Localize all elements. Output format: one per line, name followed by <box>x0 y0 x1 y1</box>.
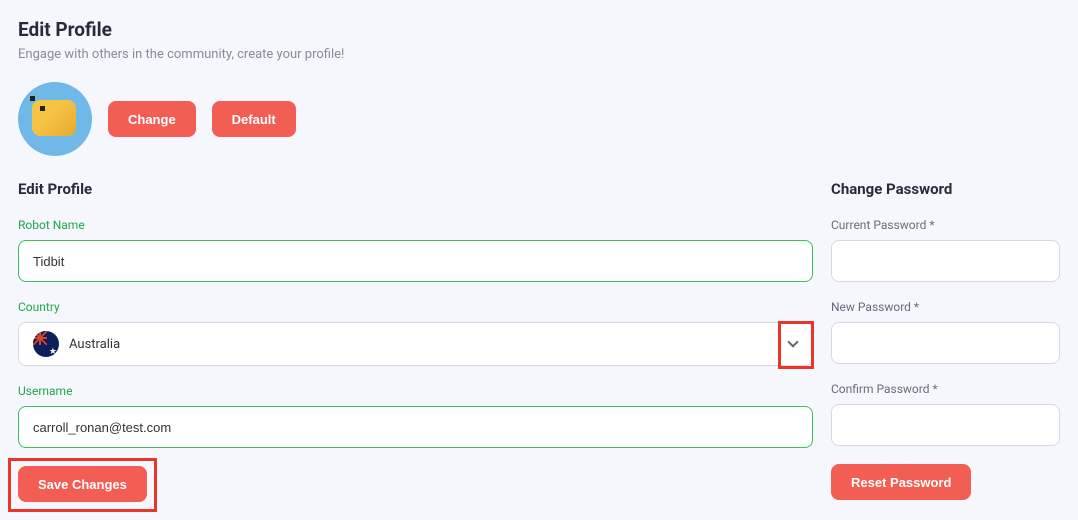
current-password-input[interactable] <box>831 240 1060 282</box>
chevron-down-icon[interactable] <box>786 337 800 351</box>
change-password-heading: Change Password <box>831 180 1060 198</box>
confirm-password-label: Confirm Password * <box>831 382 1060 396</box>
new-password-label: New Password * <box>831 300 1060 314</box>
robot-name-input[interactable] <box>18 240 813 282</box>
reset-password-button[interactable]: Reset Password <box>831 464 971 500</box>
current-password-label: Current Password * <box>831 218 1060 232</box>
avatar <box>18 82 92 156</box>
page-subtitle: Engage with others in the community, cre… <box>18 47 1060 62</box>
country-label: Country <box>18 300 813 314</box>
robot-name-label: Robot Name <box>18 218 813 232</box>
page-title: Edit Profile <box>18 18 1060 41</box>
avatar-row: Change Default <box>18 82 1060 156</box>
edit-profile-column: Edit Profile Robot Name Country Australi… <box>18 180 813 502</box>
change-avatar-button[interactable]: Change <box>108 101 196 137</box>
confirm-password-input[interactable] <box>831 404 1060 446</box>
new-password-input[interactable] <box>831 322 1060 364</box>
country-value: Australia <box>69 337 120 352</box>
username-input[interactable] <box>18 406 813 448</box>
username-label: Username <box>18 384 813 398</box>
save-changes-button[interactable]: Save Changes <box>18 466 147 502</box>
edit-profile-heading: Edit Profile <box>18 180 813 198</box>
change-password-column: Change Password Current Password * New P… <box>831 180 1060 502</box>
country-select[interactable]: Australia <box>18 322 813 366</box>
default-avatar-button[interactable]: Default <box>212 101 296 137</box>
flag-icon <box>33 331 59 357</box>
